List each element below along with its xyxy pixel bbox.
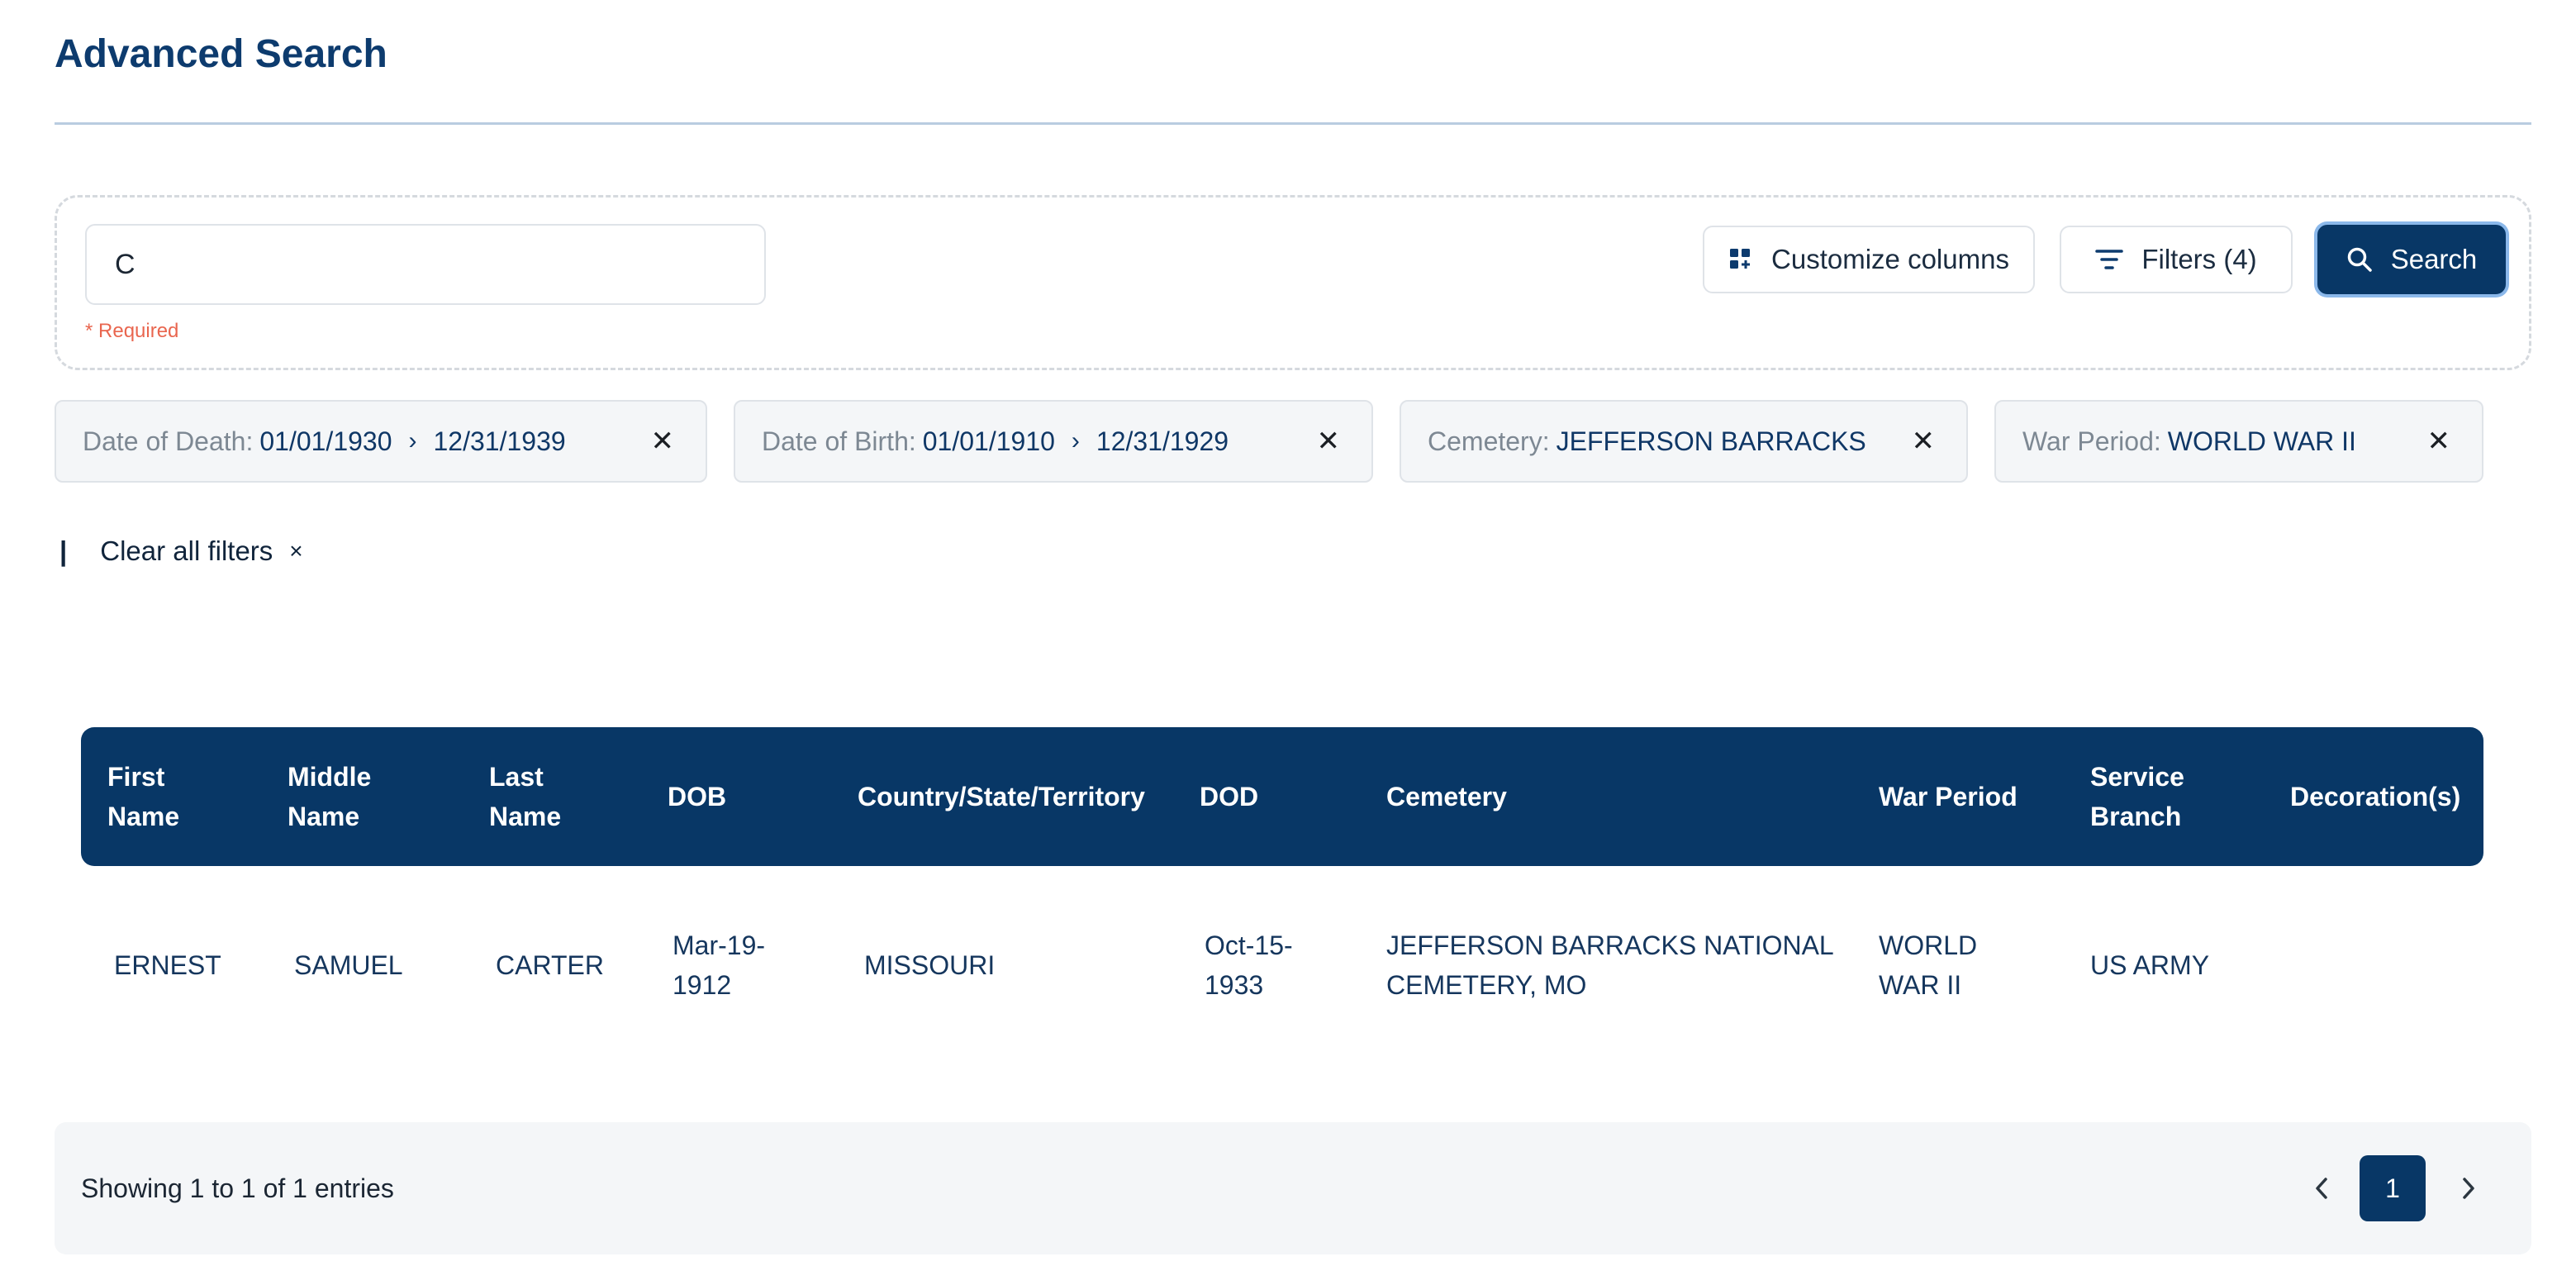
chip-value: WORLD WAR II: [2167, 426, 2356, 456]
close-icon[interactable]: ✕: [2427, 425, 2451, 458]
cell-last-name: CARTER: [496, 950, 604, 980]
grid-plus-icon: [1730, 249, 1751, 269]
chip-to: 12/31/1939: [433, 426, 566, 456]
clear-all-filters-label: Clear all filters: [100, 535, 273, 566]
search-button[interactable]: Search: [2317, 225, 2506, 294]
cell-dod: Oct-15-1933: [1205, 930, 1293, 1000]
column-header-dod[interactable]: DOD: [1200, 727, 1332, 866]
cell-first-name: ERNEST: [114, 950, 221, 980]
column-header-decorations[interactable]: Decoration(s): [2290, 727, 2472, 866]
cell-decorations: [2290, 866, 2472, 1064]
column-header-last-name[interactable]: Last Name: [489, 727, 613, 866]
cell-country: MISSOURI: [864, 950, 996, 980]
cell-war-period: WORLD WAR II: [1879, 930, 1978, 1000]
cell-cemetery: JEFFERSON BARRACKS NATIONAL CEMETERY, MO: [1386, 930, 1833, 1000]
column-header-cemetery[interactable]: Cemetery: [1386, 727, 1799, 866]
chip-from: 01/01/1910: [922, 426, 1055, 456]
chip-to: 12/31/1929: [1096, 426, 1229, 456]
table-header: First Name Middle Name Last Name DOB Cou…: [81, 727, 2483, 866]
filter-chip-war-period: War Period: WORLD WAR II ✕: [1994, 400, 2483, 483]
close-icon[interactable]: ✕: [1912, 425, 1936, 458]
clear-all-filters[interactable]: | Clear all filters ×: [59, 535, 303, 567]
customize-columns-label: Customize columns: [1771, 244, 2009, 274]
chip-key: War Period:: [2022, 426, 2161, 456]
filter-chip-date-of-birth: Date of Birth: 01/01/1910 › 12/31/1929 ✕: [734, 400, 1373, 483]
entries-summary: Showing 1 to 1 of 1 entries: [81, 1173, 394, 1203]
close-icon[interactable]: ✕: [651, 425, 675, 458]
filter-chip-cemetery: Cemetery: JEFFERSON BARRACKS ✕: [1400, 400, 1968, 483]
required-note: * Required: [85, 320, 179, 342]
chip-key: Cemetery:: [1428, 426, 1550, 456]
close-icon[interactable]: ✕: [1317, 425, 1341, 458]
chevron-right-icon[interactable]: [2450, 1170, 2487, 1207]
search-input[interactable]: [85, 224, 766, 305]
clear-divider: |: [59, 535, 68, 566]
filter-lines-icon: [2095, 250, 2124, 269]
column-header-dob[interactable]: DOB: [668, 727, 800, 866]
close-icon: ×: [289, 538, 303, 564]
column-header-middle-name[interactable]: Middle Name: [288, 727, 428, 866]
cell-dob: Mar-19-1912: [673, 930, 766, 1000]
table-footer: Showing 1 to 1 of 1 entries 1: [55, 1122, 2531, 1254]
page-title: Advanced Search: [55, 32, 387, 76]
column-header-country[interactable]: Country/State/Territory: [858, 727, 1188, 866]
column-header-war-period[interactable]: War Period: [1879, 727, 2060, 866]
title-divider: [55, 122, 2531, 125]
column-header-first-name[interactable]: First Name: [107, 727, 240, 866]
page-button-current[interactable]: 1: [2360, 1155, 2426, 1221]
chip-value: JEFFERSON BARRACKS: [1556, 426, 1866, 456]
chevron-left-icon[interactable]: [2303, 1170, 2340, 1207]
filters-button[interactable]: Filters (4): [2060, 226, 2293, 293]
cell-middle-name: SAMUEL: [294, 950, 403, 980]
cell-service-branch: US ARMY: [2090, 950, 2210, 980]
search-label: Search: [2390, 244, 2478, 274]
chip-from: 01/01/1930: [259, 426, 392, 456]
column-header-service-branch[interactable]: Service Branch: [2090, 727, 2247, 866]
filters-label: Filters (4): [2141, 244, 2257, 274]
chevron-right-icon: ›: [1071, 427, 1080, 455]
chip-key: Date of Death:: [83, 426, 254, 456]
chevron-right-icon: ›: [408, 427, 417, 455]
customize-columns-button[interactable]: Customize columns: [1703, 226, 2035, 293]
search-panel: * Required Customize columns Filters (4)…: [55, 195, 2531, 370]
filter-chip-date-of-death: Date of Death: 01/01/1930 › 12/31/1939 ✕: [55, 400, 707, 483]
search-icon: [2347, 247, 2372, 272]
chip-key: Date of Birth:: [762, 426, 916, 456]
results-table: First Name Middle Name Last Name DOB Cou…: [81, 727, 2483, 1064]
table-row[interactable]: ERNEST SAMUEL CARTER Mar-19-1912 MISSOUR…: [81, 866, 2483, 1064]
